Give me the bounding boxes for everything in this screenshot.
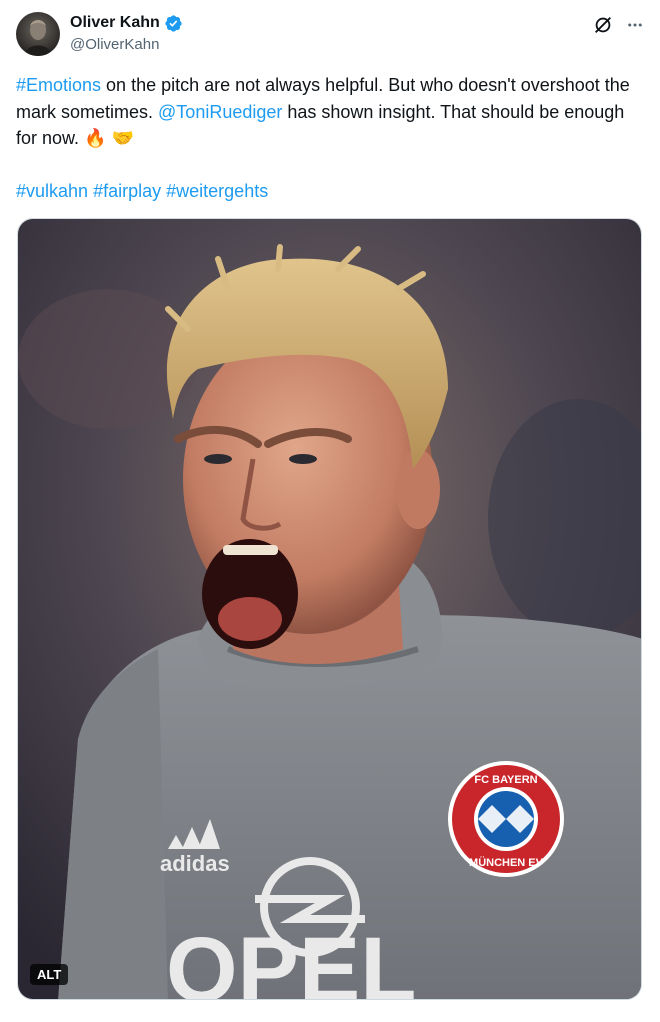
tweet-text: #Emotions on the pitch are not always he…	[16, 72, 644, 204]
alt-badge[interactable]: ALT	[30, 964, 69, 985]
bayern-crest-top: FC BAYERN	[474, 774, 537, 786]
hashtag-vulkahn[interactable]: #vulkahn	[16, 181, 88, 201]
hashtag-fairplay[interactable]: #fairplay	[93, 181, 161, 201]
hashtag-emotions[interactable]: #Emotions	[16, 75, 101, 95]
opel-sponsor-text: OPEL	[166, 919, 416, 1000]
bayern-crest-bottom: MÜNCHEN EV	[469, 856, 544, 869]
author-name[interactable]: Oliver Kahn	[70, 13, 160, 33]
grok-icon[interactable]	[592, 14, 614, 41]
handshake-emoji: 🤝	[111, 128, 134, 148]
tweet-header: Oliver Kahn @OliverKahn	[16, 12, 644, 58]
adidas-logo-text: adidas	[160, 851, 230, 876]
hashtag-weitergehts[interactable]: #weitergehts	[166, 181, 268, 201]
author-handle[interactable]: @OliverKahn	[70, 36, 159, 54]
verified-badge-icon	[164, 14, 183, 33]
mention-toniruediger[interactable]: @ToniRuediger	[158, 102, 282, 122]
avatar[interactable]	[16, 12, 60, 56]
more-icon[interactable]	[626, 16, 644, 39]
fire-emoji: 🔥	[84, 128, 107, 148]
tweet-photo[interactable]: adidas OPEL FC BAYERN MÜNCHEN EV ALT	[17, 218, 642, 1000]
